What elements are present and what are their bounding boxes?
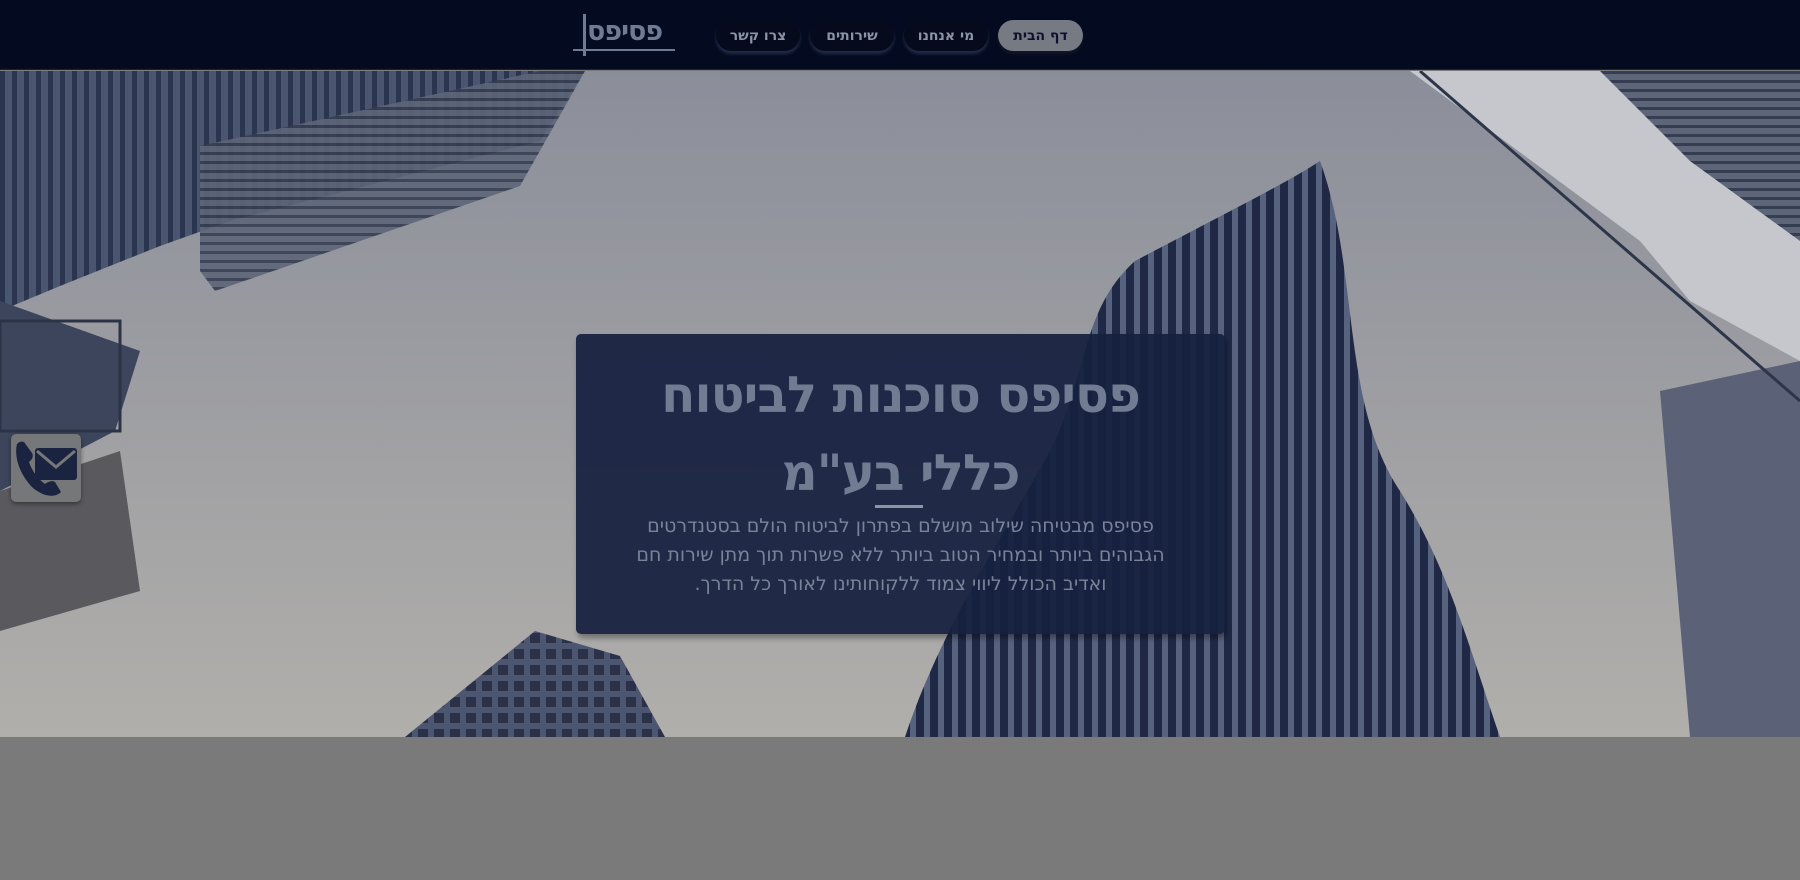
site-logo[interactable]: פסיפס [573,14,677,56]
nav-services[interactable]: שירותים [810,20,894,51]
logo-text: פסיפס [587,16,663,47]
nav-about-label: מי אנחנו [917,27,975,44]
site-header: פסיפס צרו קשר שירותים מי אנחנו דף הבית [0,0,1800,70]
nav-contact[interactable]: צרו קשר [716,20,800,51]
hero-card: פסיפס סוכנות לביטוח כללי בע"מ פסיפס מבטי… [576,334,1225,634]
nav-contact-label: צרו קשר [729,27,787,44]
logo-underline [573,49,675,51]
hero-section: פסיפס סוכנות לביטוח כללי בע"מ פסיפס מבטי… [0,71,1800,737]
contact-widget-button[interactable] [11,434,81,502]
nav-home[interactable]: דף הבית [998,20,1083,51]
phone-mail-icon [16,441,77,496]
hero-title: פסיפס סוכנות לביטוח כללי בע"מ [661,366,1141,502]
hero-description: פסיפס מבטיחה שילוב מושלם בפתרון לביטוח ה… [636,515,1165,595]
nav-home-label: דף הבית [1013,27,1068,44]
hero-divider [875,505,923,508]
page-bottom-area [0,737,1800,880]
nav-services-label: שירותים [826,27,878,44]
nav-about[interactable]: מי אנחנו [904,20,988,51]
